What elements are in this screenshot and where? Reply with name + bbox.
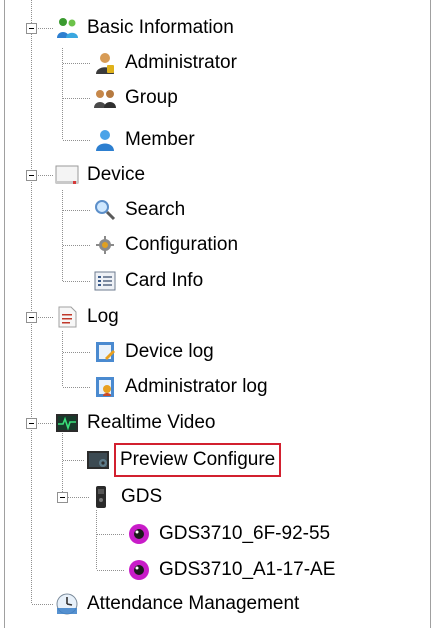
tree-node-card-info[interactable]: Card Info bbox=[93, 266, 203, 296]
collapse-toggle-device[interactable] bbox=[26, 170, 37, 181]
preview-configure-icon bbox=[87, 451, 109, 469]
tree-branch bbox=[63, 245, 91, 246]
tree-node-gds3710-a1-17-ae[interactable]: GDS3710_A1-17-AE bbox=[127, 555, 335, 585]
tree-node-preview-configure[interactable]: Preview Configure bbox=[86, 443, 282, 477]
tree-branch bbox=[97, 570, 125, 571]
tree-node-label: Member bbox=[125, 129, 195, 150]
panel-border-left bbox=[4, 0, 5, 628]
tree-node-configuration[interactable]: Configuration bbox=[93, 230, 238, 260]
tree-node-basic-information[interactable]: Basic Information bbox=[55, 13, 234, 43]
collapse-toggle-log[interactable] bbox=[26, 312, 37, 323]
attendance-icon bbox=[56, 593, 78, 615]
member-icon bbox=[96, 130, 114, 151]
tree-node-label: Attendance Management bbox=[87, 593, 300, 614]
panel-border-right bbox=[430, 0, 431, 628]
tree-node-label: Realtime Video bbox=[87, 412, 216, 433]
tree-node-device-log[interactable]: Device log bbox=[93, 337, 214, 367]
device-log-icon bbox=[96, 342, 115, 362]
tree-line-root bbox=[31, 0, 32, 604]
tree-node-log[interactable]: Log bbox=[55, 302, 119, 332]
tree-node-label: Basic Information bbox=[87, 17, 234, 38]
collapse-toggle-gds[interactable] bbox=[57, 492, 68, 503]
tree-node-label: Device bbox=[87, 164, 146, 185]
tree-node-label: GDS3710_A1-17-AE bbox=[159, 559, 336, 580]
tree-node-label: Configuration bbox=[125, 234, 239, 255]
tree-line-device bbox=[62, 190, 63, 281]
group-icon bbox=[94, 90, 116, 108]
tree-node-label: Search bbox=[125, 199, 186, 220]
tree-branch bbox=[63, 98, 91, 99]
tree-node-label: Card Info bbox=[125, 270, 204, 291]
tree-node-member[interactable]: Member bbox=[93, 125, 195, 155]
tree-node-gds[interactable]: GDS bbox=[89, 482, 162, 512]
collapse-toggle-realtime-video[interactable] bbox=[26, 418, 37, 429]
tree-node-label: Log bbox=[87, 306, 119, 327]
tree-branch bbox=[63, 352, 91, 353]
tree-node-realtime-video[interactable]: Realtime Video bbox=[55, 408, 216, 438]
tree-node-attendance-management[interactable]: Attendance Management bbox=[55, 589, 299, 619]
tree-node-label: GDS3710_6F-92-55 bbox=[159, 523, 331, 544]
tree-node-label: Device log bbox=[125, 341, 214, 362]
tree-branch bbox=[63, 387, 91, 388]
tree-node-label: Group bbox=[125, 87, 178, 108]
gds-device-icon bbox=[96, 486, 106, 508]
tree-node-label: Administrator bbox=[125, 52, 237, 73]
realtime-video-icon bbox=[56, 414, 78, 432]
tree-branch bbox=[63, 63, 91, 64]
group-people-icon bbox=[57, 18, 78, 38]
tree-node-administrator-log[interactable]: Administrator log bbox=[93, 372, 268, 402]
camera-icon bbox=[129, 560, 149, 580]
tree-branch bbox=[32, 604, 53, 605]
tree-line-log bbox=[62, 331, 63, 387]
tree-branch bbox=[68, 497, 90, 498]
tree-node-administrator[interactable]: Administrator bbox=[93, 48, 237, 78]
navigation-tree: Basic Information Administrator Group Me… bbox=[0, 0, 434, 628]
camera-icon bbox=[129, 524, 149, 544]
card-info-icon bbox=[94, 271, 116, 291]
tree-line-gds bbox=[96, 510, 97, 570]
tree-node-label: Preview Configure bbox=[113, 443, 282, 477]
administrator-icon bbox=[96, 53, 114, 74]
administrator-log-icon bbox=[96, 377, 114, 397]
tree-branch bbox=[63, 140, 91, 141]
tree-node-label: GDS bbox=[121, 486, 163, 507]
gear-icon bbox=[96, 236, 114, 254]
search-icon bbox=[95, 200, 116, 221]
tree-node-label: Administrator log bbox=[125, 376, 268, 397]
tree-branch bbox=[97, 534, 125, 535]
device-icon bbox=[55, 165, 79, 184]
tree-line-basic-information bbox=[62, 48, 63, 140]
tree-branch bbox=[63, 210, 91, 211]
tree-node-gds3710-6f-92-55[interactable]: GDS3710_6F-92-55 bbox=[127, 519, 330, 549]
tree-node-device[interactable]: Device bbox=[55, 160, 145, 190]
tree-branch bbox=[63, 281, 91, 282]
collapse-toggle-basic-information[interactable] bbox=[26, 23, 37, 34]
tree-node-search[interactable]: Search bbox=[93, 195, 185, 225]
tree-node-group[interactable]: Group bbox=[93, 83, 178, 113]
log-icon bbox=[58, 306, 77, 328]
tree-branch bbox=[63, 460, 85, 461]
